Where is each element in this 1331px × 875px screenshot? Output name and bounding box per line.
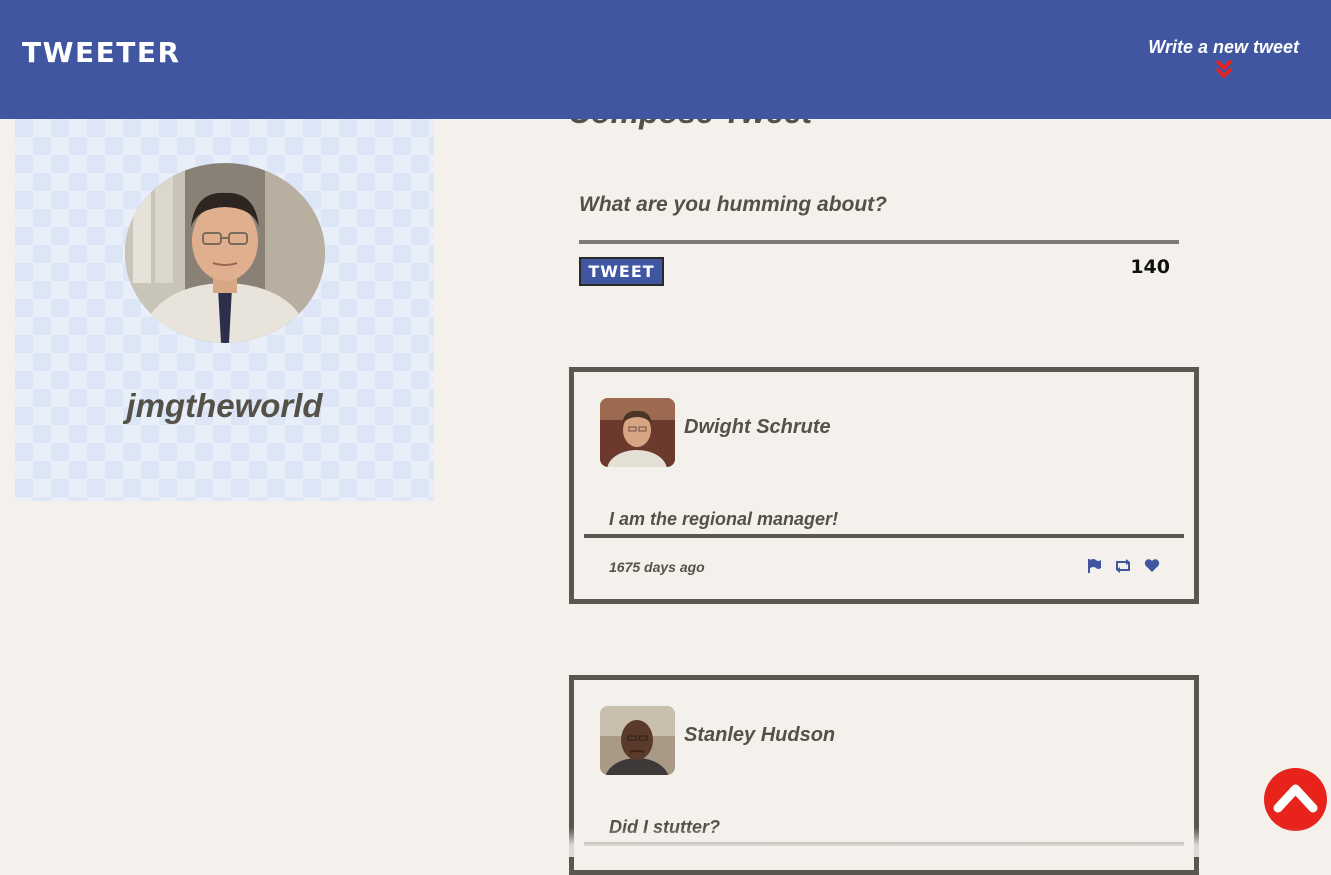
retweet-icon[interactable] <box>1114 558 1132 574</box>
double-chevron-down-icon <box>1215 60 1232 78</box>
tweet-text: Did I stutter? <box>609 817 720 837</box>
top-nav: TWEETER Write a new tweet <box>0 0 1331 119</box>
char-counter: 140 <box>1130 256 1170 278</box>
tweet-card: Stanley Hudson Did I stutter? <box>569 675 1199 875</box>
heart-icon[interactable] <box>1144 558 1160 574</box>
chevron-up-icon <box>1273 784 1318 813</box>
profile-card: jmgtheworld <box>15 119 434 501</box>
flag-icon[interactable] <box>1086 558 1102 574</box>
composer-divider <box>579 240 1179 244</box>
write-new-tweet-toggle[interactable]: Write a new tweet <box>1148 37 1299 78</box>
tweet-card: Dwight Schrute I am the regional manager… <box>569 367 1199 604</box>
tweet-textarea[interactable] <box>579 172 1179 238</box>
tweet-author: Dwight Schrute <box>684 416 831 438</box>
tweet-author: Stanley Hudson <box>684 724 836 746</box>
scroll-to-top-button[interactable] <box>1264 768 1327 831</box>
tweet-actions <box>1086 558 1160 574</box>
tweet-timestamp: 1675 days ago <box>609 559 705 575</box>
tweet-text: I am the regional manager! <box>609 509 839 529</box>
write-new-tweet-label: Write a new tweet <box>1148 37 1299 57</box>
tweet-divider <box>584 842 1184 846</box>
tweet-avatar <box>600 398 675 467</box>
profile-handle: jmgtheworld <box>126 387 323 424</box>
tweet-avatar <box>600 706 675 775</box>
profile-avatar <box>125 163 325 343</box>
tweet-submit-button[interactable]: TWEET <box>579 257 664 286</box>
brand-logo: TWEETER <box>22 36 181 69</box>
tweet-divider <box>584 534 1184 538</box>
